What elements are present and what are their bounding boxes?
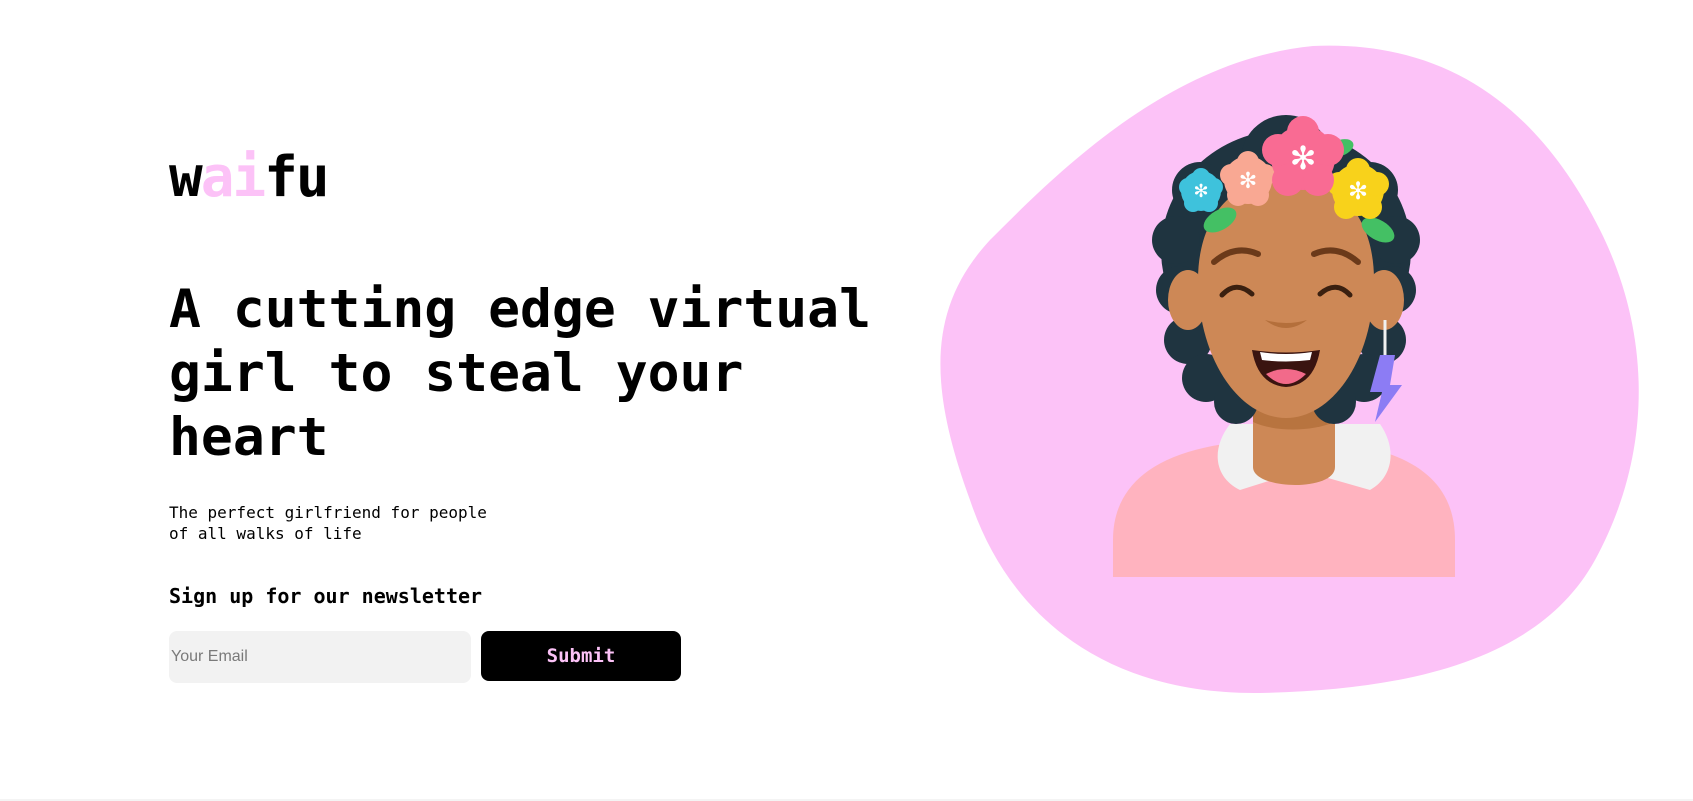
svg-text:✻: ✻ [1239, 169, 1257, 194]
hero-subheading: The perfect girlfriend for people of all… [169, 503, 487, 543]
landing-page: waifu A cutting edge virtual girl to ste… [0, 0, 1693, 801]
email-input[interactable] [169, 631, 471, 683]
svg-text:✻: ✻ [1290, 139, 1317, 177]
girl-avatar-illustration: ✻ ✻ ✻ ✻ [940, 45, 1639, 694]
newsletter-title: Sign up for our newsletter [169, 584, 483, 608]
brand-logo[interactable]: waifu [169, 150, 330, 206]
svg-text:✻: ✻ [1348, 177, 1368, 205]
svg-text:✻: ✻ [1193, 181, 1208, 202]
hero-headline: A cutting edge virtual girl to steal you… [169, 279, 871, 468]
submit-button[interactable]: Submit [481, 631, 681, 681]
logo-text-end: fu [264, 145, 329, 210]
logo-text-accent: ai [200, 145, 266, 210]
logo-text-start: w [169, 145, 203, 210]
